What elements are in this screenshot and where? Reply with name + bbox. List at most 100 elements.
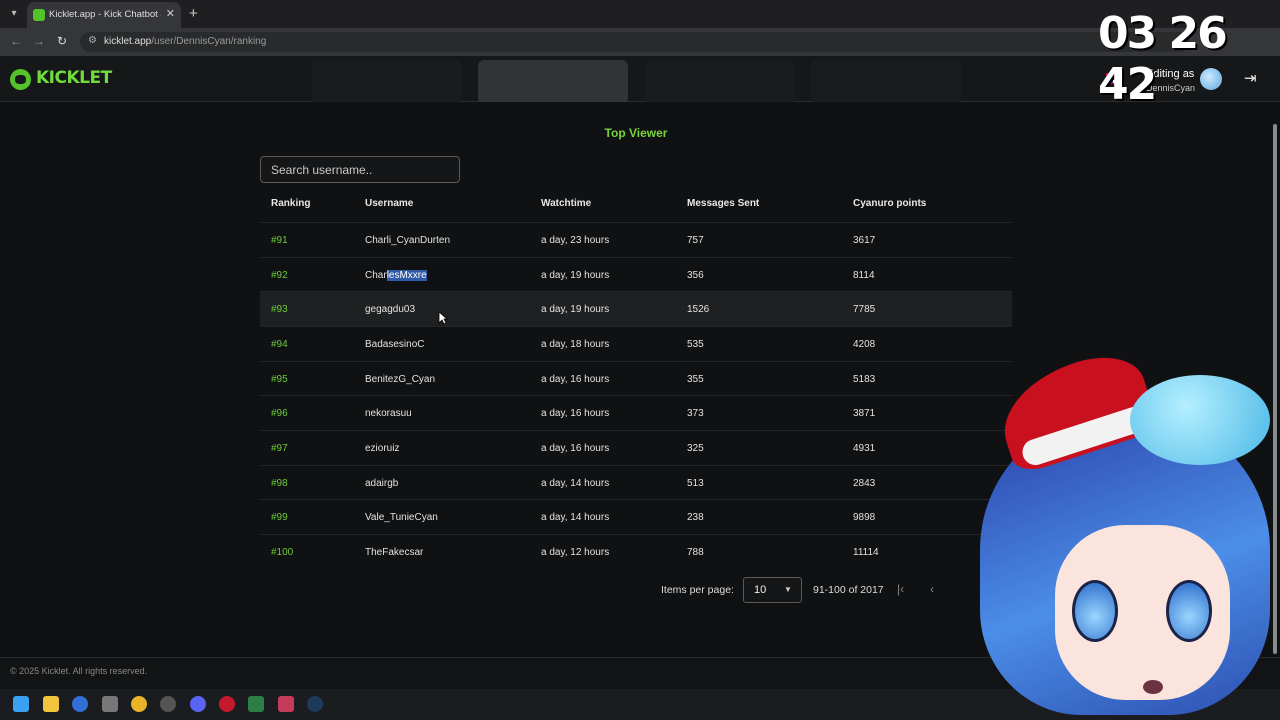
messages-cell: 1526 <box>687 304 710 315</box>
rank-cell: #98 <box>271 478 288 489</box>
back-icon[interactable]: ← <box>10 34 22 48</box>
messages-cell: 757 <box>687 235 704 246</box>
username-cell: ezioruiz <box>365 443 400 454</box>
new-tab-icon[interactable]: + <box>189 5 198 22</box>
app-icon-5[interactable] <box>278 696 294 712</box>
points-cell: 2843 <box>853 478 876 489</box>
windows-start-icon[interactable] <box>13 696 29 712</box>
page-title: Top Viewer <box>604 126 668 140</box>
column-header-watchtime: Watchtime <box>541 198 592 209</box>
messages-cell: 325 <box>687 443 704 454</box>
rank-cell: #94 <box>271 339 288 350</box>
watchtime-cell: a day, 19 hours <box>541 304 610 315</box>
points-cell: 9898 <box>853 512 876 523</box>
streamer-avatar <box>960 355 1280 720</box>
search-input[interactable] <box>260 156 460 183</box>
discord-icon[interactable] <box>190 696 206 712</box>
watchtime-cell: a day, 19 hours <box>541 270 610 281</box>
url-text: kicklet.app/user/DennisCyan/ranking <box>104 36 266 47</box>
messages-cell: 238 <box>687 512 704 523</box>
avatar-mouth <box>1143 680 1163 694</box>
rank-cell: #91 <box>271 235 288 246</box>
username-cell: BadasesinoC <box>365 339 425 350</box>
avatar-eye-right <box>1166 580 1212 642</box>
points-cell: 11114 <box>853 547 879 558</box>
nav-tab-4[interactable] <box>811 60 961 104</box>
nav-tab-2[interactable] <box>478 60 628 104</box>
overlay-clock: 03 26 42 <box>1098 8 1228 110</box>
column-header-messages: Messages Sent <box>687 198 760 209</box>
rank-cell: #100 <box>271 547 294 558</box>
messages-cell: 373 <box>687 408 704 419</box>
reload-icon[interactable]: ↻ <box>57 34 67 48</box>
kicklet-logo-icon[interactable] <box>10 69 31 90</box>
file-explorer-icon[interactable] <box>43 696 59 712</box>
copyright-text: © 2025 Kicklet. All rights reserved. <box>10 666 148 676</box>
browser-tab-bar: ▾ Kicklet.app - Kick Chatbot and ✕ + <box>0 0 1280 28</box>
url-path: /user/DennisCyan/ranking <box>151 36 267 47</box>
table-row: #97 ezioruiz a day, 16 hours 325 4931 <box>260 430 1012 465</box>
first-page-icon[interactable]: |‹ <box>897 582 904 596</box>
steam-icon[interactable] <box>307 696 323 712</box>
username-cell: BenitezG_Cyan <box>365 374 436 385</box>
app-icon-1[interactable] <box>72 696 88 712</box>
table-row: #100 TheFakecsar a day, 12 hours 788 111… <box>260 534 1012 569</box>
app-icon-2[interactable] <box>102 696 118 712</box>
rank-cell: #96 <box>271 408 288 419</box>
nav-tab-3[interactable] <box>645 60 795 104</box>
app-header: KICKLET Editing as DennisCyan ⇥ <box>0 56 1280 104</box>
opera-icon[interactable] <box>219 696 235 712</box>
username-unselected-part: Char <box>365 270 387 281</box>
forward-icon[interactable]: → <box>33 34 45 48</box>
app-icon-4[interactable] <box>248 696 264 712</box>
app-icon-3[interactable] <box>160 696 176 712</box>
table-row: #95 BenitezG_Cyan a day, 16 hours 355 51… <box>260 361 1012 396</box>
username-selected-text: lesMxxre <box>386 270 427 281</box>
messages-cell: 788 <box>687 547 704 558</box>
mouse-cursor-icon <box>438 311 448 325</box>
watchtime-cell: a day, 23 hours <box>541 235 610 246</box>
watchtime-cell: a day, 12 hours <box>541 547 610 558</box>
site-info-icon[interactable]: ⚙ <box>88 35 97 46</box>
tab-list-icon[interactable]: ▾ <box>6 6 22 22</box>
rank-cell: #97 <box>271 443 288 454</box>
points-cell: 3617 <box>853 235 876 246</box>
watchtime-cell: a day, 16 hours <box>541 408 610 419</box>
messages-cell: 356 <box>687 270 704 281</box>
points-cell: 4208 <box>853 339 876 350</box>
points-cell: 8114 <box>853 270 875 281</box>
username-cell: Vale_TunieCyan <box>365 512 438 523</box>
page-range-text: 91-100 of 2017 <box>813 584 884 596</box>
column-header-points: Cyanuro points <box>853 198 927 209</box>
previous-page-icon[interactable]: ‹ <box>930 582 934 596</box>
username-cell: CharlesMxxre <box>365 270 427 281</box>
url-host: kicklet.app <box>104 36 152 47</box>
table-row: #98 adairgb a day, 14 hours 513 2843 <box>260 465 1012 500</box>
url-input[interactable]: ⚙ kicklet.app/user/DennisCyan/ranking <box>80 32 1190 52</box>
items-per-page-select[interactable]: 10 ▼ <box>743 577 802 603</box>
kicklet-favicon-icon <box>33 9 45 21</box>
watchtime-cell: a day, 16 hours <box>541 443 610 454</box>
table-row: #91 Charli_CyanDurten a day, 23 hours 75… <box>260 222 1012 257</box>
rank-cell: #95 <box>271 374 288 385</box>
tab-title: Kicklet.app - Kick Chatbot and <box>49 9 161 20</box>
nav-tab-1[interactable] <box>312 60 462 104</box>
items-per-page-label: Items per page: <box>661 584 734 596</box>
chrome-icon[interactable] <box>131 696 147 712</box>
watchtime-cell: a day, 18 hours <box>541 339 610 350</box>
avatar-eye-left <box>1072 580 1118 642</box>
rank-cell: #92 <box>271 270 288 281</box>
watchtime-cell: a day, 14 hours <box>541 512 610 523</box>
messages-cell: 535 <box>687 339 704 350</box>
browser-tab[interactable]: Kicklet.app - Kick Chatbot and ✕ <box>27 2 181 28</box>
username-cell: Charli_CyanDurten <box>365 235 451 246</box>
table-row: #96 nekorasuu a day, 16 hours 373 3871 <box>260 395 1012 430</box>
messages-cell: 513 <box>687 478 704 489</box>
table-row: #99 Vale_TunieCyan a day, 14 hours 238 9… <box>260 499 1012 534</box>
messages-cell: 355 <box>687 374 704 385</box>
watchtime-cell: a day, 14 hours <box>541 478 610 489</box>
logo-text[interactable]: KICKLET <box>36 68 112 88</box>
username-cell: nekorasuu <box>365 408 412 419</box>
close-tab-icon[interactable]: ✕ <box>166 7 175 20</box>
chevron-down-icon: ▼ <box>784 585 792 594</box>
